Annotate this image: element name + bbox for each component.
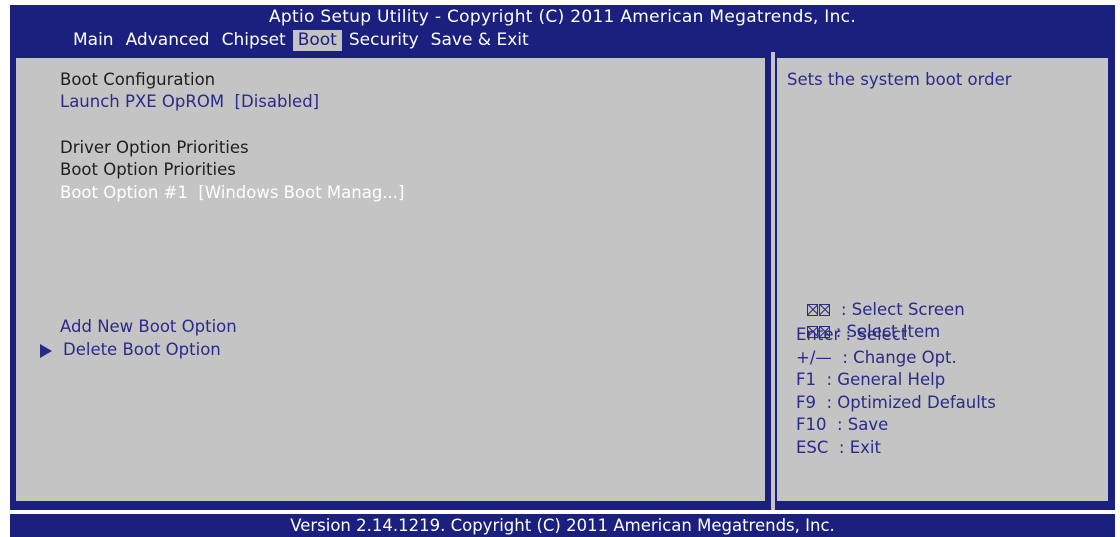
version-footer: Version 2.14.1219. Copyright (C) 2011 Am… [10, 514, 1115, 537]
help-esc: ESC : Exit [796, 438, 881, 457]
help-panel [777, 58, 1108, 501]
tab-advanced[interactable]: Advanced [121, 30, 215, 51]
help-enter: Enter : Select [796, 325, 908, 344]
tab-boot[interactable]: Boot [292, 30, 342, 51]
app-title: Aptio Setup Utility - Copyright (C) 2011… [268, 7, 857, 27]
tab-bar: Main Advanced Chipset Boot Security Save… [68, 30, 536, 51]
launch-pxe-oprom-option[interactable]: Launch PXE OpROM [Disabled] [60, 91, 319, 112]
help-f10: F10 : Save [796, 415, 889, 434]
delete-boot-option[interactable]: Delete Boot Option [63, 339, 221, 360]
driver-option-priorities-heading: Driver Option Priorities [60, 138, 249, 157]
help-change-opt: +/— : Change Opt. [796, 348, 957, 367]
boot-configuration-heading: Boot Configuration [60, 70, 216, 89]
tab-save-exit[interactable]: Save & Exit [426, 30, 534, 51]
tab-security[interactable]: Security [344, 30, 424, 51]
settings-panel [16, 58, 765, 501]
boot-option-1[interactable]: Boot Option #1 [Windows Boot Manag...] [60, 182, 404, 203]
help-description: Sets the system boot order [787, 70, 1012, 89]
tab-main[interactable]: Main [68, 30, 119, 51]
tab-chipset[interactable]: Chipset [217, 30, 291, 51]
help-f9: F9 : Optimized Defaults [796, 393, 996, 412]
header-bar: Aptio Setup Utility - Copyright (C) 2011… [10, 5, 1115, 52]
help-f1: F1 : General Help [796, 370, 946, 389]
panel-divider [771, 52, 775, 510]
add-new-boot-option[interactable]: Add New Boot Option [60, 316, 237, 337]
submenu-arrow-icon [40, 344, 52, 358]
boot-option-priorities-heading: Boot Option Priorities [60, 160, 236, 179]
